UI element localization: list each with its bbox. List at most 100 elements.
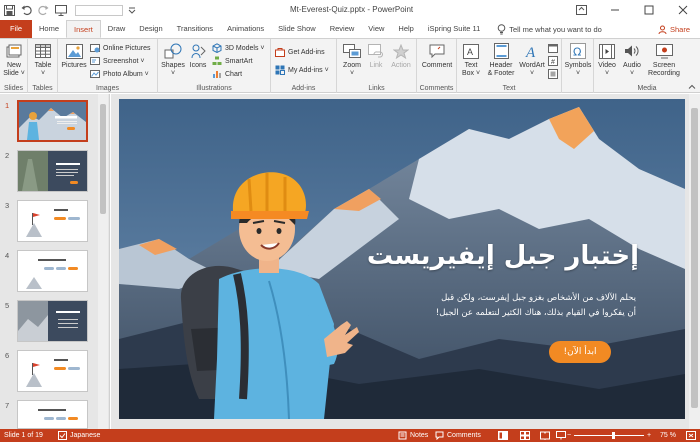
thumbnail-image [17,100,88,142]
object-button[interactable] [548,69,561,79]
smartart-button[interactable]: SmartArt [212,56,253,66]
comments-icon [435,431,444,440]
restore-icon[interactable] [632,0,666,20]
zoom-slider-track[interactable] [574,435,644,436]
editor-scrollbar[interactable] [689,94,700,429]
star-action-icon [392,42,410,60]
tab-design[interactable]: Design [132,20,169,38]
shapes-button[interactable]: Shapes ˅ [160,42,186,78]
new-slide-button[interactable]: New Slide ˅ [3,42,25,78]
get-addins-button[interactable]: Get Add-ins [275,47,325,57]
slide-body-text[interactable]: يحلم الآلاف من الأشخاص بغزو جبل إيفرست، … [364,291,636,321]
spell-check-icon[interactable] [58,429,67,442]
3d-models-button[interactable]: 3D Models ˅ [212,43,265,53]
person-icon [658,25,667,34]
comments-button[interactable]: Comments [435,429,481,442]
pictures-button[interactable]: Pictures [60,42,88,70]
my-addins-button[interactable]: My Add-ins ˅ [275,65,329,75]
link-icon [367,42,385,60]
screenshot-button[interactable]: Screenshot ˅ [90,56,144,66]
share-button[interactable]: Share [658,20,690,38]
start-now-button[interactable]: ابدأ الآن! [549,341,611,363]
tab-insert[interactable]: Insert [66,20,101,38]
tab-ispring[interactable]: iSpring Suite 11 [421,20,487,38]
normal-view-icon[interactable] [498,429,508,442]
ribbon-insert: New Slide ˅ Slides Table ˅ Tables Pictur… [0,38,700,93]
comment-button[interactable]: Comment [420,42,454,70]
zoom-slider-thumb[interactable] [612,432,615,439]
group-illustrations: Shapes ˅ Icons 3D Models ˅ SmartArt Char… [158,39,271,93]
thumbnails-scrollbar[interactable] [98,94,108,429]
icons-button[interactable]: Icons [187,42,209,70]
screen-recording-button[interactable]: Screen Recording [644,42,684,78]
tab-animations[interactable]: Animations [220,20,271,38]
powerpoint-window: Mt-Everest-Quiz.pptx - PowerPoint File H… [0,0,700,442]
thumbnail-slide-6[interactable]: 6 [0,350,96,395]
slideshow-from-start-icon[interactable] [54,4,67,17]
video-icon [598,42,616,60]
language-indicator[interactable]: Japanese [70,429,100,442]
zoom-level[interactable]: 75 % [660,429,676,442]
slideshow-view-icon[interactable] [556,429,566,442]
editor-scroll-handle[interactable] [691,108,698,408]
tab-slide-show[interactable]: Slide Show [271,20,323,38]
zoom-in-button[interactable]: + [647,429,651,442]
ribbon-display-icon[interactable] [564,0,598,20]
tab-review[interactable]: Review [323,20,362,38]
chart-button[interactable]: Chart [212,69,242,79]
table-button[interactable]: Table ˅ [32,42,54,78]
slide-title[interactable]: إختبار جبل إيفيريست [359,241,639,271]
thumbnail-slide-4[interactable]: 4 [0,250,96,295]
customize-icon[interactable] [125,4,138,17]
link-button[interactable]: Link [365,42,387,70]
zoom-button[interactable]: Zoom ˅ [340,42,364,78]
audio-button[interactable]: Audio ˅ [620,42,644,78]
undo-icon[interactable] [20,4,33,17]
tab-draw[interactable]: Draw [101,20,133,38]
tab-transitions[interactable]: Transitions [170,20,220,38]
redo-icon[interactable] [37,4,50,17]
tab-home[interactable]: Home [32,20,66,38]
symbols-button[interactable]: Ω Symbols ˅ [564,42,592,78]
group-slides: New Slide ˅ Slides [0,39,28,93]
tell-me-box[interactable]: Tell me what you want to do [497,20,602,38]
fit-slide-icon[interactable] [686,429,696,442]
header-footer-button[interactable]: Header & Footer [485,42,517,78]
video-button[interactable]: Video ˅ [595,42,619,78]
shapes-label: Shapes [161,62,185,69]
new-slide-icon [5,42,23,60]
minimize-icon[interactable] [598,0,632,20]
reading-view-icon[interactable] [540,429,550,442]
table-label: Table [34,62,52,69]
date-time-button[interactable] [548,43,561,53]
font-size-combo[interactable] [75,4,123,16]
current-slide[interactable]: إختبار جبل إيفيريست يحلم الآلاف من الأشخ… [119,99,685,419]
zoom-out-button[interactable]: − [567,429,571,442]
thumbnail-image [17,350,88,392]
wordart-button[interactable]: A WordArt ˅ [518,42,546,78]
notes-button[interactable]: Notes [398,429,428,442]
online-pictures-button[interactable]: Online Pictures [90,43,150,53]
thumbnail-slide-2[interactable]: 2 [0,150,96,195]
tell-me-text: Tell me what you want to do [509,24,602,34]
globe-picture-icon [90,43,100,53]
tab-help[interactable]: Help [391,20,420,38]
photo-album-button[interactable]: Photo Album ˅ [90,69,149,79]
text-box-button[interactable]: A Text Box ˅ [459,42,483,78]
slide-sorter-icon[interactable] [520,429,530,442]
tab-file[interactable]: File [0,20,32,38]
group-comments-label: Comments [419,85,454,92]
close-icon[interactable] [666,0,700,20]
thumbnail-slide-1[interactable]: 1 [0,100,96,145]
action-button[interactable]: Action [388,42,414,70]
thumbnail-slide-5[interactable]: 5 [0,300,96,345]
thumbnail-number: 7 [5,401,10,410]
tab-view[interactable]: View [361,20,391,38]
save-icon[interactable] [3,4,16,17]
slide-number-button[interactable]: # [548,56,561,66]
thumbnail-image [17,400,88,429]
thumbnail-slide-3[interactable]: 3 [0,200,96,245]
thumbnails-scroll-handle[interactable] [100,104,106,214]
audio-label: Audio [623,62,641,69]
collapse-ribbon-icon[interactable] [688,83,696,91]
